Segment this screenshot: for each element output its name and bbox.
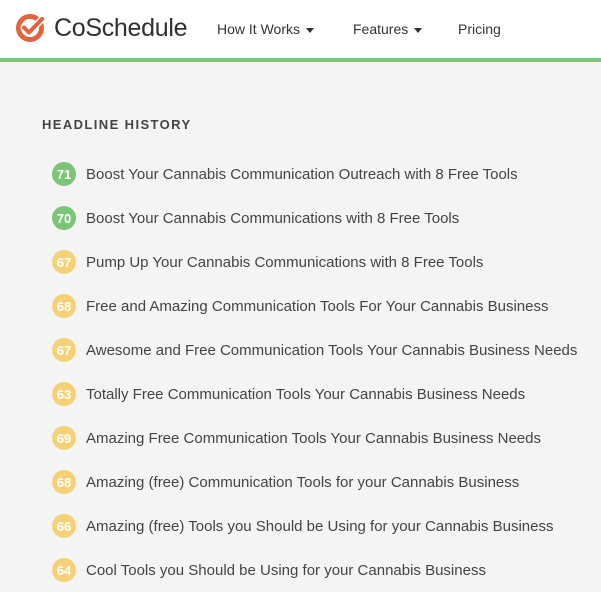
nav-features[interactable]: Features [353,0,423,58]
headline-text: Free and Amazing Communication Tools For… [86,297,549,315]
score-badge: 66 [52,514,76,538]
headline-text: Amazing (free) Communication Tools for y… [86,473,520,491]
score-badge: 64 [52,558,76,582]
nav-how-it-works[interactable]: How It Works [217,0,314,58]
score-badge: 67 [52,338,76,362]
headline-row: 64 Cool Tools you Should be Using for yo… [52,548,577,592]
score-badge: 68 [52,470,76,494]
headline-text: Boost Your Cannabis Communication Outrea… [86,165,518,183]
top-navigation-bar: CoSchedule How It Works Features Pricing [0,0,601,62]
headline-row: 68 Amazing (free) Communication Tools fo… [52,460,577,504]
headline-text: Amazing Free Communication Tools Your Ca… [86,429,541,447]
score-badge: 70 [52,206,76,230]
headline-row: 71 Boost Your Cannabis Communication Out… [52,152,577,196]
headline-row: 67 Pump Up Your Cannabis Communications … [52,240,577,284]
headline-text: Cool Tools you Should be Using for your … [86,561,486,579]
headline-row: 69 Amazing Free Communication Tools Your… [52,416,577,460]
score-badge: 69 [52,426,76,450]
nav-pricing[interactable]: Pricing [458,0,501,58]
checkmark-logo-icon [16,14,45,42]
headline-row: 67 Awesome and Free Communication Tools … [52,328,577,372]
nav-how-it-works-label: How It Works [217,21,300,37]
nav-pricing-label: Pricing [458,21,501,37]
coschedule-logo[interactable]: CoSchedule [15,12,188,44]
score-badge: 71 [52,162,76,186]
chevron-down-icon [414,27,423,33]
score-badge: 68 [52,294,76,318]
headline-history-title: HEADLINE HISTORY [42,117,192,132]
score-badge: 67 [52,250,76,274]
score-badge: 63 [52,382,76,406]
headline-text: Pump Up Your Cannabis Communications wit… [86,253,484,271]
headline-text: Totally Free Communication Tools Your Ca… [86,385,526,403]
brand-name: CoSchedule [54,13,188,42]
chevron-down-icon [305,27,314,33]
nav-features-label: Features [353,21,409,37]
headline-text: Awesome and Free Communication Tools You… [86,341,578,359]
headline-row: 70 Boost Your Cannabis Communications wi… [52,196,577,240]
headline-text: Boost Your Cannabis Communications with … [86,209,460,227]
headline-history-list: 71 Boost Your Cannabis Communication Out… [52,152,577,592]
headline-row: 68 Free and Amazing Communication Tools … [52,284,577,328]
headline-row: 63 Totally Free Communication Tools Your… [52,372,577,416]
headline-row: 66 Amazing (free) Tools you Should be Us… [52,504,577,548]
headline-text: Amazing (free) Tools you Should be Using… [86,517,554,535]
